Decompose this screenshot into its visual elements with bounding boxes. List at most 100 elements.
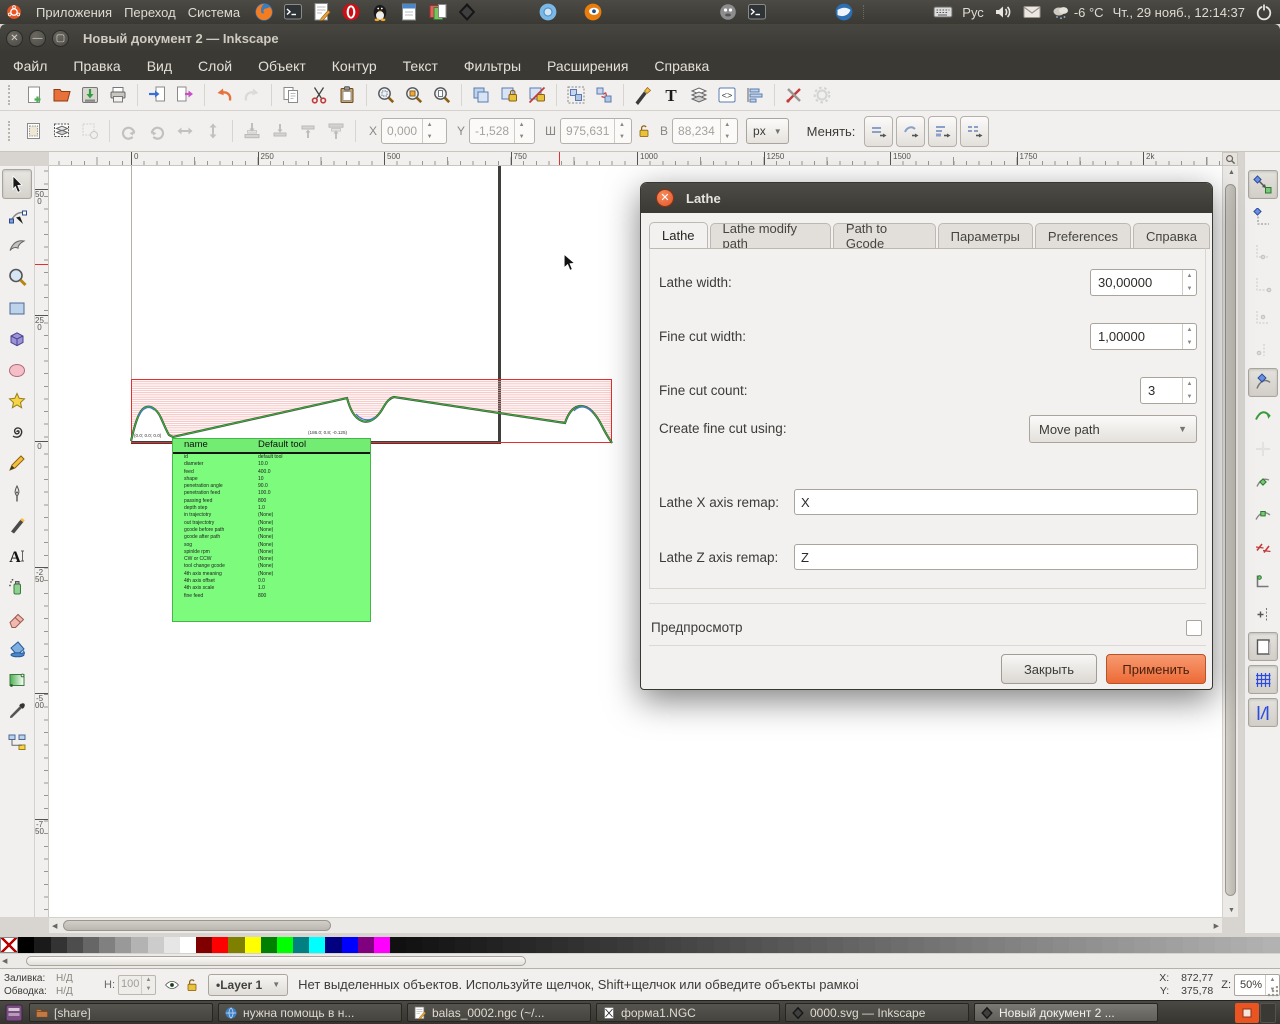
- snap-grid-toggle[interactable]: [1247, 665, 1278, 694]
- connector-tool-button[interactable]: [2, 727, 32, 757]
- palette-swatch[interactable]: [147, 937, 164, 953]
- layers-button[interactable]: [686, 82, 712, 108]
- ellipse-tool-button[interactable]: [2, 355, 32, 385]
- palette-swatch[interactable]: [196, 937, 213, 953]
- weather-icon[interactable]: [1051, 2, 1071, 22]
- import-button[interactable]: [144, 82, 170, 108]
- ungroup-button[interactable]: [591, 82, 617, 108]
- menu-объект[interactable]: Объект: [245, 54, 319, 78]
- new-button[interactable]: [21, 82, 47, 108]
- volume-icon[interactable]: [993, 2, 1013, 22]
- tab-path-to-gcode[interactable]: Path to Gcode: [832, 221, 936, 251]
- tab-preferences[interactable]: Preferences: [1034, 223, 1131, 249]
- palette-swatch[interactable]: [438, 937, 455, 953]
- palette-swatch[interactable]: [503, 937, 520, 953]
- workspace-1[interactable]: [1235, 1002, 1259, 1023]
- snap-intersection-toggle[interactable]: [1248, 434, 1278, 463]
- keyboard-layout-indicator[interactable]: Рус: [962, 5, 984, 20]
- palette-swatch[interactable]: [939, 937, 957, 953]
- lathe-dialog-title-bar[interactable]: ✕ Lathe: [641, 183, 1212, 213]
- palette-swatch[interactable]: [729, 937, 746, 953]
- panel-menu-система[interactable]: Система: [182, 5, 246, 20]
- spray-tool-button[interactable]: [2, 572, 32, 602]
- palette-swatch[interactable]: [50, 937, 67, 953]
- scroll-right-arrow[interactable]: ▶: [1214, 922, 1219, 930]
- palette-swatch[interactable]: [600, 937, 617, 953]
- palette-swatch[interactable]: [794, 937, 811, 953]
- tab-lathe-modify-path[interactable]: Lathe modify path: [709, 221, 831, 251]
- text-editor-icon[interactable]: [312, 2, 332, 22]
- snap-master-toggle[interactable]: [1247, 170, 1278, 199]
- export-button[interactable]: [172, 82, 198, 108]
- palette-swatch[interactable]: [778, 937, 795, 953]
- menu-слой[interactable]: Слой: [185, 54, 245, 78]
- palette-swatch[interactable]: [875, 937, 892, 953]
- palette-swatch[interactable]: [179, 937, 197, 953]
- bucket-tool-button[interactable]: [2, 634, 32, 664]
- undo-button[interactable]: [211, 82, 237, 108]
- menu-расширения[interactable]: Расширения: [534, 54, 641, 78]
- cut-button[interactable]: [306, 82, 332, 108]
- palette-swatch[interactable]: [1085, 937, 1102, 953]
- palette-swatch[interactable]: [487, 937, 504, 953]
- palette-scrollbar-thumb[interactable]: [26, 956, 526, 966]
- dropper-tool-button[interactable]: [2, 696, 32, 726]
- palette-swatch[interactable]: [293, 937, 310, 953]
- task-button[interactable]: форма1.NGC: [596, 1003, 780, 1022]
- gradient-tool-button[interactable]: [2, 665, 32, 695]
- palette-swatch[interactable]: [1053, 937, 1070, 953]
- pen-tool-button[interactable]: [2, 479, 32, 509]
- palette-swatch[interactable]: [1069, 937, 1086, 953]
- palette-swatch[interactable]: [228, 937, 245, 953]
- dialog-close-button[interactable]: ✕: [656, 189, 674, 207]
- deselect-button[interactable]: [77, 118, 103, 144]
- palette-swatch[interactable]: [357, 937, 374, 953]
- vertical-ruler[interactable]: 500 250 0 -250 -500 -750: [34, 166, 49, 917]
- palette-swatch[interactable]: [1101, 937, 1118, 953]
- raise-button[interactable]: [295, 118, 321, 144]
- vertical-scrollbar[interactable]: ▲ ▼: [1222, 166, 1238, 917]
- star-tool-button[interactable]: [2, 386, 32, 416]
- palette-swatch[interactable]: [1134, 937, 1151, 953]
- panel-menu-приложения[interactable]: Приложения: [30, 5, 118, 20]
- zoom-tool-button[interactable]: [2, 262, 32, 292]
- snap-others-toggle[interactable]: [1248, 599, 1278, 628]
- files-icon[interactable]: [428, 2, 448, 22]
- panel-menu-переход[interactable]: Переход: [118, 5, 182, 20]
- palette-swatch[interactable]: [454, 937, 471, 953]
- palette-scroll-left-arrow[interactable]: ◀: [2, 957, 7, 965]
- palette-swatch[interactable]: [1166, 937, 1183, 953]
- palette-swatch[interactable]: [406, 937, 423, 953]
- palette-swatch[interactable]: [1037, 937, 1054, 953]
- palette-swatch[interactable]: [1247, 937, 1264, 953]
- palette-swatch[interactable]: [616, 937, 633, 953]
- palette-swatch[interactable]: [325, 937, 342, 953]
- terminal-icon[interactable]: [283, 2, 303, 22]
- totop-button[interactable]: [323, 118, 349, 144]
- window-list-applet-icon[interactable]: [4, 1003, 24, 1023]
- window-resize-grip[interactable]: [1266, 986, 1278, 998]
- fliph-button[interactable]: [172, 118, 198, 144]
- affect-corners-toggle[interactable]: [928, 115, 958, 147]
- gimp-icon[interactable]: [718, 2, 738, 22]
- palette-swatch[interactable]: [99, 937, 116, 953]
- snap-node-toggle[interactable]: [1247, 368, 1278, 397]
- redo-button[interactable]: [239, 82, 265, 108]
- print-button[interactable]: [105, 82, 131, 108]
- palette-swatch[interactable]: [163, 937, 180, 953]
- unlink-button[interactable]: [524, 82, 550, 108]
- prefs-button[interactable]: [809, 82, 835, 108]
- selectlayers-button[interactable]: [49, 118, 75, 144]
- toolbar-handle[interactable]: [8, 85, 16, 105]
- menu-правка[interactable]: Правка: [60, 54, 133, 78]
- palette-swatch[interactable]: [907, 937, 924, 953]
- pencil-tool-button[interactable]: [2, 448, 32, 478]
- menu-текст[interactable]: Текст: [390, 54, 451, 78]
- width-field[interactable]: 975,631 ▲ ▼: [560, 118, 633, 144]
- task-button[interactable]: Новый документ 2 ...: [974, 1003, 1158, 1022]
- palette-scrollbar[interactable]: ◀: [0, 953, 1280, 968]
- window-close-button[interactable]: ✕: [6, 29, 23, 47]
- clone-button[interactable]: [496, 82, 522, 108]
- gcodetools-tool-table[interactable]: name Default tool id default tool diameter 1…: [172, 438, 371, 622]
- palette-swatch[interactable]: [988, 937, 1005, 953]
